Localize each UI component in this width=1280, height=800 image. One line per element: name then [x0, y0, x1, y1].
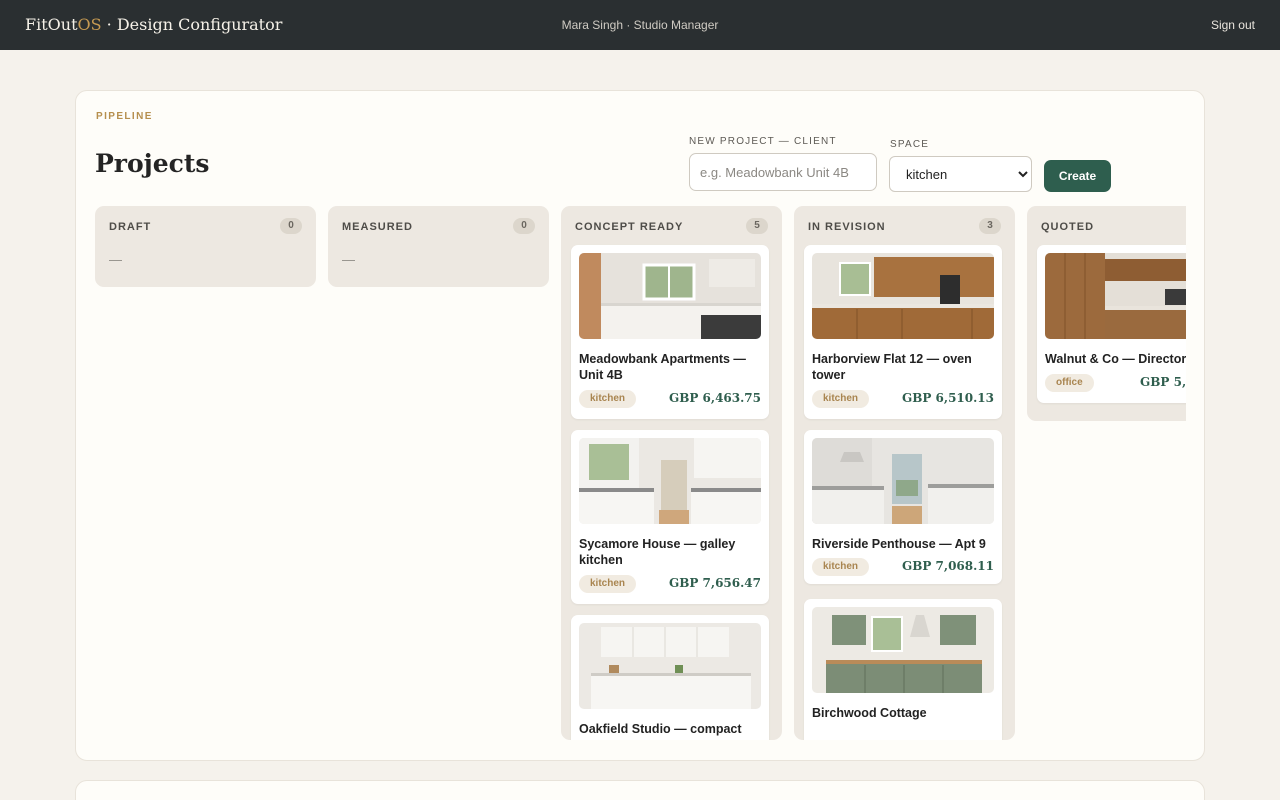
- column-quoted-viewport: QUOTED Walnut & Co — Director office GBP…: [1027, 206, 1186, 421]
- card-price: GBP 6,463.75: [668, 391, 761, 405]
- compact-kitchen-photo: [579, 623, 761, 709]
- column-concept-ready: CONCEPT READY 5 Meadowbank Apartments — …: [561, 206, 782, 740]
- card-price: GBP 7,068.11: [901, 559, 994, 573]
- column-draft: DRAFT 0 —: [95, 206, 316, 287]
- column-header: QUOTED: [1027, 206, 1186, 246]
- column-count-badge: 3: [979, 218, 1001, 234]
- card-title: Sycamore House — galley kitchen: [579, 537, 736, 567]
- card-price: GBP 7,656.47: [668, 576, 761, 590]
- column-in-revision: IN REVISION 3 Harborview Flat 12 — oven …: [794, 206, 1015, 740]
- client-field-label: NEW PROJECT — CLIENT: [689, 136, 837, 147]
- page-title: Projects: [95, 149, 210, 178]
- oak-kitchen-photo: [812, 253, 994, 339]
- column-header: CONCEPT READY 5: [561, 206, 782, 246]
- penthouse-kitchen-photo: [812, 438, 994, 524]
- column-measured: MEASURED 0 —: [328, 206, 549, 287]
- pipeline-panel: PIPELINE Projects NEW PROJECT — CLIENT S…: [75, 90, 1205, 761]
- column-title: MEASURED: [342, 221, 413, 233]
- secondary-panel: [75, 780, 1205, 800]
- project-card[interactable]: Harborview Flat 12 — oven tower kitchen …: [804, 245, 1002, 419]
- space-field-label: SPACE: [890, 139, 930, 150]
- space-tag: office: [1045, 374, 1094, 392]
- card-title: Harborview Flat 12 — oven tower: [812, 352, 972, 382]
- space-tag: kitchen: [812, 558, 870, 576]
- white-kitchen-photo: [579, 253, 761, 339]
- project-card[interactable]: Riverside Penthouse — Apt 9 kitchen GBP …: [804, 430, 1002, 584]
- card-title: Meadowbank Apartments — Unit 4B: [579, 352, 746, 382]
- column-title: CONCEPT READY: [575, 221, 684, 233]
- card-price: GBP 5,2: [1140, 375, 1186, 389]
- walnut-office-photo: [1045, 253, 1186, 339]
- column-count-badge: 5: [746, 218, 768, 234]
- column-header: DRAFT 0: [95, 206, 316, 246]
- column-header: MEASURED 0: [328, 206, 549, 246]
- card-price: GBP 6,510.13: [901, 391, 994, 405]
- space-tag: kitchen: [579, 575, 637, 593]
- card-title: Oakfield Studio — compact: [579, 722, 742, 736]
- section-eyebrow: PIPELINE: [96, 111, 153, 122]
- galley-kitchen-photo: [579, 438, 761, 524]
- create-project-button[interactable]: Create: [1044, 160, 1111, 192]
- column-count-badge: 0: [513, 218, 535, 234]
- project-card[interactable]: Sycamore House — galley kitchen kitchen …: [571, 430, 769, 604]
- empty-placeholder: —: [342, 252, 355, 267]
- project-card[interactable]: Birchwood Cottage: [804, 599, 1002, 740]
- column-header: IN REVISION 3: [794, 206, 1015, 246]
- card-title: Birchwood Cottage: [812, 706, 927, 720]
- current-user: Mara Singh · Studio Manager: [561, 18, 719, 32]
- empty-placeholder: —: [109, 252, 122, 267]
- column-title: IN REVISION: [808, 221, 886, 233]
- space-tag: kitchen: [812, 390, 870, 408]
- column-quoted: QUOTED Walnut & Co — Director office GBP…: [1027, 206, 1186, 421]
- column-title: DRAFT: [109, 221, 152, 233]
- client-input[interactable]: [689, 153, 877, 191]
- column-count-badge: 0: [280, 218, 302, 234]
- project-card[interactable]: Meadowbank Apartments — Unit 4B kitchen …: [571, 245, 769, 419]
- sign-out-link[interactable]: Sign out: [1211, 18, 1255, 32]
- project-card[interactable]: Oakfield Studio — compact: [571, 615, 769, 740]
- top-bar: FitOutOS · Design Configurator Mara Sing…: [0, 0, 1280, 50]
- space-select[interactable]: kitchen: [889, 156, 1032, 192]
- sage-kitchen-photo: [812, 607, 994, 693]
- card-title: Riverside Penthouse — Apt 9: [812, 537, 986, 551]
- card-title: Walnut & Co — Director: [1045, 352, 1186, 366]
- project-card[interactable]: Walnut & Co — Director office GBP 5,2: [1037, 245, 1186, 403]
- column-title: QUOTED: [1041, 221, 1095, 233]
- space-tag: kitchen: [579, 390, 637, 408]
